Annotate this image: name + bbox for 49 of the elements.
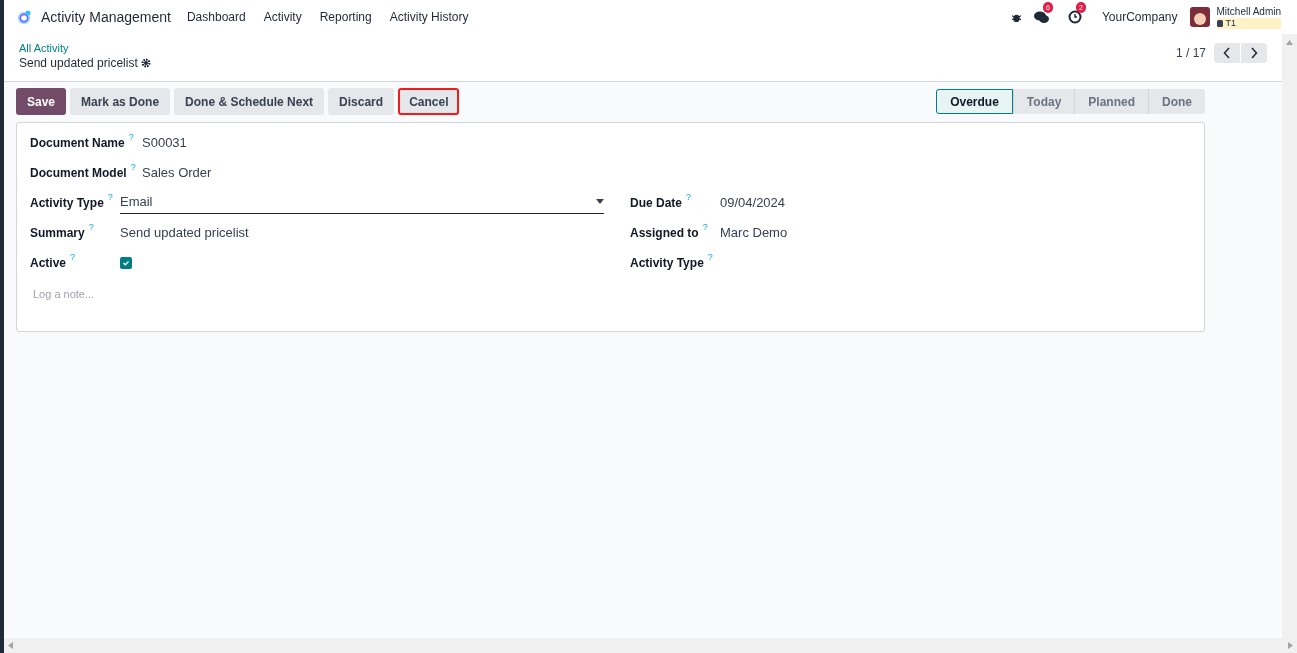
company-switcher[interactable]: YourCompany — [1101, 8, 1178, 26]
record-title: Send updated pricelist — [19, 55, 138, 71]
database-icon — [1216, 19, 1223, 27]
clock-icon[interactable] — [1067, 10, 1082, 24]
action-button[interactable]: Cancel — [398, 88, 460, 115]
menu-item[interactable]: Activity — [263, 8, 302, 26]
activity-type-select[interactable]: Email — [120, 191, 604, 215]
menu-item[interactable]: Reporting — [319, 8, 372, 26]
field-label: Assigned to — [630, 225, 699, 242]
field-value: Send updated pricelist — [120, 224, 249, 243]
field-label: Document Model — [30, 165, 127, 182]
note-field[interactable]: Log a note... — [33, 286, 1191, 303]
field-value: Marc Demo — [720, 224, 788, 243]
field-value: 09/04/2024 — [720, 194, 786, 213]
pager-value: 1 / 17 — [1175, 45, 1206, 62]
field-label: Due Date — [630, 195, 682, 212]
previous-button[interactable] — [1214, 43, 1240, 63]
stage-step[interactable]: Planned — [1074, 89, 1148, 114]
field-value: Sales Order — [142, 164, 212, 183]
user-name[interactable]: Mitchell Admin — [1216, 5, 1281, 18]
field-label: Activity Type — [630, 255, 704, 272]
check-icon — [122, 259, 130, 267]
active-checkbox[interactable] — [120, 257, 132, 269]
vertical-scrollbar[interactable] — [1282, 34, 1297, 638]
caret-icon — [596, 199, 604, 204]
breadcrumb-link[interactable]: All Activity — [19, 41, 151, 55]
menu-item[interactable]: Dashboard — [186, 8, 246, 26]
field-label: Active — [30, 255, 67, 272]
action-button[interactable]: Mark as Done — [70, 88, 171, 115]
action-button[interactable]: Save — [16, 88, 67, 115]
stage-step[interactable]: Today — [1012, 89, 1075, 114]
chevron-right-icon — [1250, 47, 1258, 59]
field-label: Document Name — [30, 135, 125, 152]
avatar-icon[interactable] — [1189, 7, 1210, 27]
field-label: Activity Type — [30, 195, 104, 212]
chat-icon[interactable] — [1033, 10, 1050, 24]
stage-step[interactable]: Done — [1148, 89, 1205, 114]
database-badge: T1 — [1216, 17, 1281, 29]
app-logo-icon — [16, 9, 32, 25]
app-name[interactable]: Activity Management — [41, 6, 171, 28]
field-value: S00031 — [142, 134, 187, 153]
field-label: Summary — [30, 225, 85, 242]
menu-item[interactable]: Activity History — [389, 8, 469, 26]
action-button[interactable]: Done & Schedule Next — [174, 88, 325, 115]
next-button[interactable] — [1241, 43, 1267, 63]
gear-icon[interactable] — [140, 58, 151, 68]
chevron-left-icon — [1223, 47, 1231, 59]
action-button[interactable]: Discard — [328, 88, 395, 115]
stage-step[interactable]: Overdue — [936, 89, 1013, 114]
